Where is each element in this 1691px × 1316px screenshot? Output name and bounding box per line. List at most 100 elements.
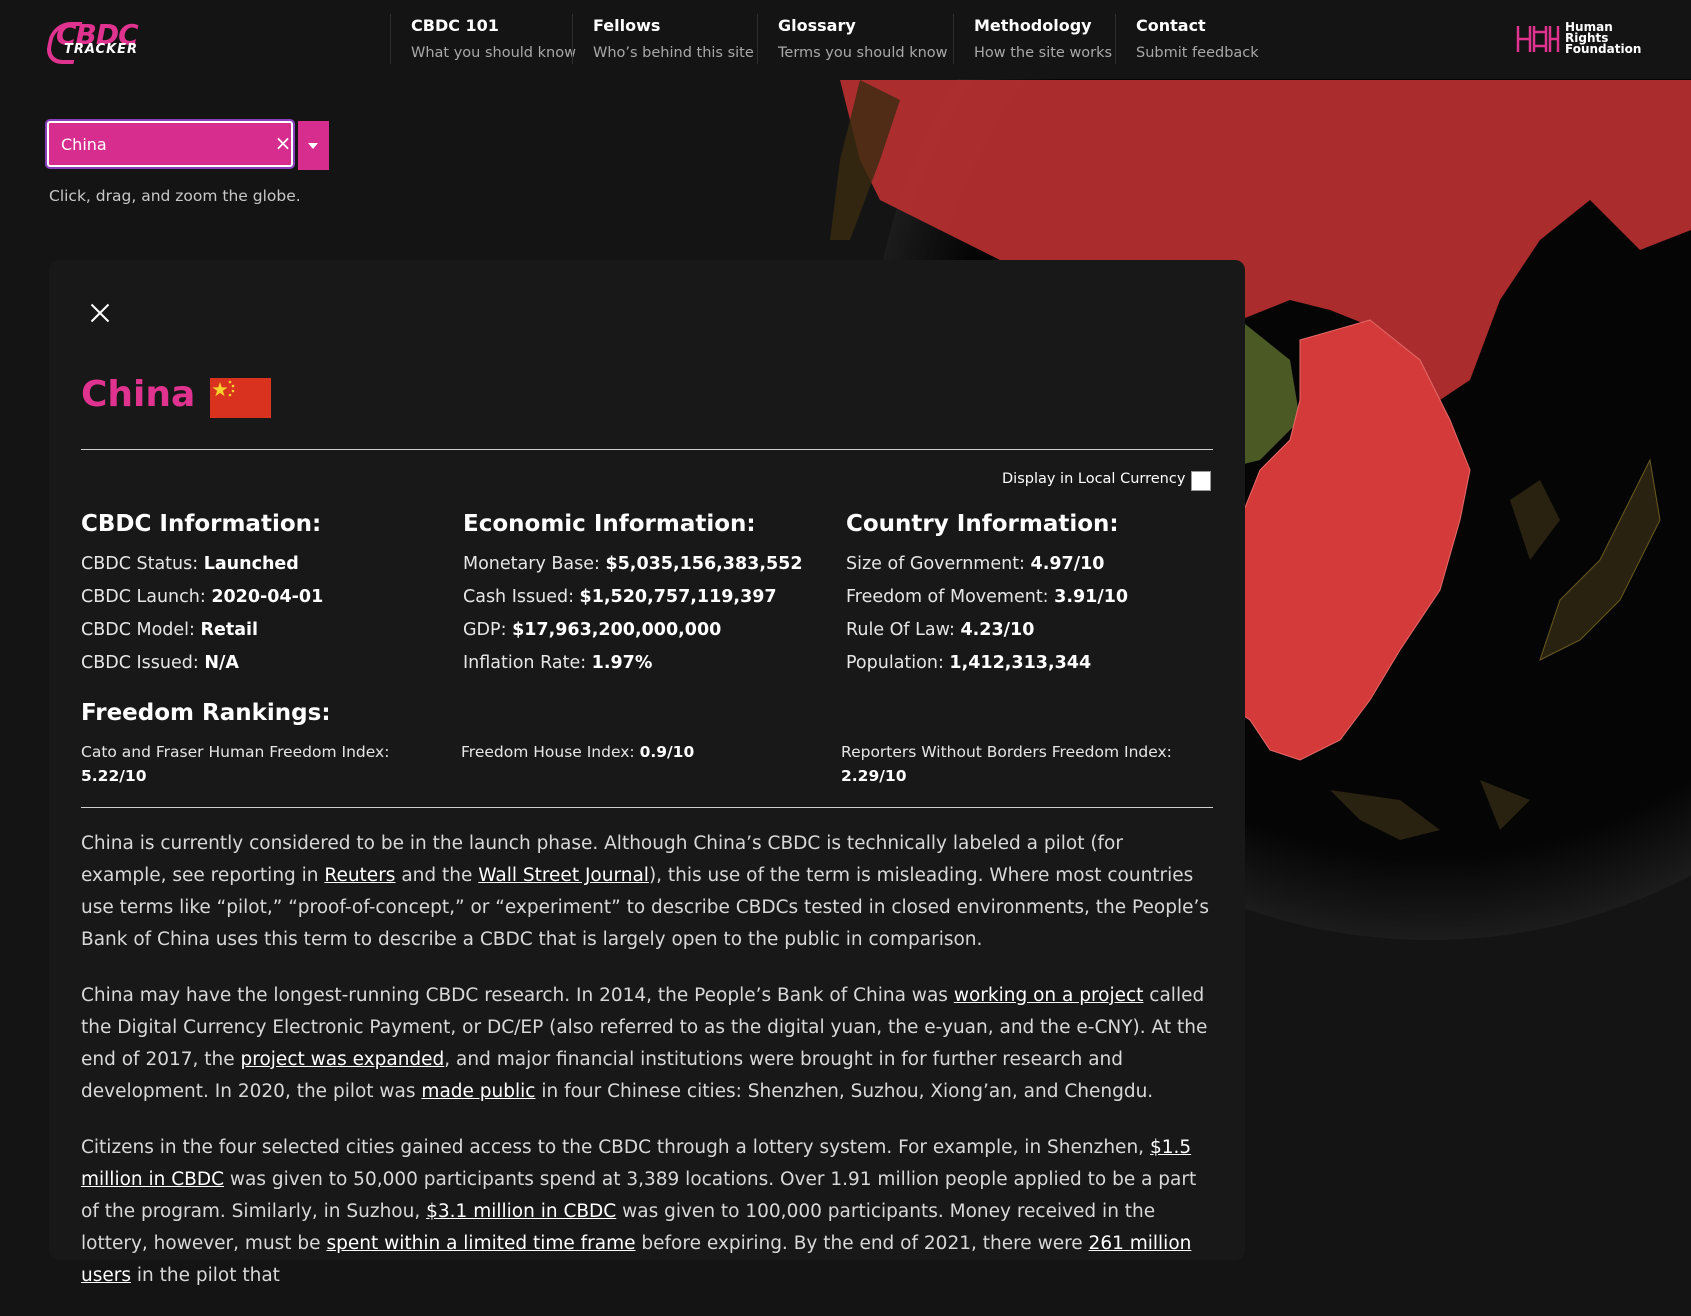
row-value: 1,412,313,344 — [949, 653, 1092, 673]
country-dropdown-button[interactable] — [298, 121, 329, 170]
info-row: CBDC Launch: 2020-04-01 — [81, 581, 441, 614]
nav-subtitle: Terms you should know — [778, 45, 948, 61]
local-currency-label: Display in Local Currency — [1002, 471, 1186, 487]
logo-line-2: TRACKER — [64, 42, 139, 57]
rankings-divider — [81, 807, 1213, 808]
info-row: GDP: $17,963,200,000,000 — [463, 614, 823, 647]
row-label: CBDC Launch: — [81, 587, 212, 607]
row-label: CBDC Status: — [81, 554, 204, 574]
row-value: 4.23/10 — [960, 620, 1035, 640]
nav-cbdc-101[interactable]: CBDC 101 What you should know — [390, 14, 576, 64]
info-row: CBDC Status: Launched — [81, 548, 441, 581]
info-row: Freedom of Movement: 3.91/10 — [846, 581, 1206, 614]
info-row: Rule Of Law: 4.23/10 — [846, 614, 1206, 647]
row-label: CBDC Model: — [81, 620, 201, 640]
country-search-input[interactable] — [47, 121, 293, 167]
row-label: Size of Government: — [846, 554, 1031, 574]
country-title: China — [81, 374, 196, 415]
nav-subtitle: Submit feedback — [1136, 45, 1259, 61]
section-heading: Economic Information: — [463, 511, 756, 537]
row-value: N/A — [204, 653, 239, 673]
index-value: 0.9/10 — [639, 743, 695, 761]
main-nav: CBDC 101 What you should know Fellows Wh… — [390, 14, 1276, 64]
local-currency-checkbox[interactable] — [1191, 471, 1211, 491]
paragraph-text: in the pilot that — [131, 1265, 280, 1286]
row-label: Rule Of Law: — [846, 620, 961, 640]
nav-title: CBDC 101 — [411, 16, 499, 35]
human-rights-foundation-logo[interactable]: Human Rights Foundation — [1516, 21, 1642, 58]
nav-methodology[interactable]: Methodology How the site works — [953, 14, 1115, 64]
section-heading: CBDC Information: — [81, 511, 322, 537]
index-value: 2.29/10 — [841, 767, 907, 785]
nav-fellows[interactable]: Fellows Who’s behind this site — [572, 14, 757, 64]
cbdc-tracker-logo[interactable]: CBDC TRACKER — [43, 18, 140, 64]
row-value: 4.97/10 — [1030, 554, 1105, 574]
row-label: GDP: — [463, 620, 513, 640]
nav-title: Fellows — [593, 16, 661, 35]
info-row: CBDC Model: Retail — [81, 614, 441, 647]
site-header: CBDC TRACKER CBDC 101 What you should kn… — [0, 0, 1691, 79]
row-value: $1,520,757,119,397 — [579, 587, 777, 607]
freedom-index-rsf: Reporters Without Borders Freedom Index:… — [841, 740, 1201, 788]
hrf-wordmark: Human Rights Foundation — [1565, 21, 1642, 56]
country-search: × — [47, 121, 329, 171]
row-label: CBDC Issued: — [81, 653, 205, 673]
close-panel-icon[interactable] — [87, 300, 113, 326]
nav-subtitle: Who’s behind this site — [593, 45, 754, 61]
freedom-index-house: Freedom House Index: 0.9/10 — [461, 740, 821, 764]
index-value: 5.22/10 — [81, 767, 147, 785]
freedom-index-cato: Cato and Fraser Human Freedom Index: 5.2… — [81, 740, 421, 788]
info-row: Inflation Rate: 1.97% — [463, 647, 823, 680]
title-divider — [81, 449, 1213, 450]
row-label: Freedom of Movement: — [846, 587, 1055, 607]
paragraph-text: Citizens in the four selected cities gai… — [81, 1137, 1150, 1158]
source-link[interactable]: working on a project — [954, 985, 1144, 1006]
description-paragraph: China is currently considered to be in t… — [81, 828, 1213, 956]
row-value: Launched — [203, 554, 299, 574]
info-row: Cash Issued: $1,520,757,119,397 — [463, 581, 823, 614]
section-heading: Country Information: — [846, 511, 1119, 537]
caret-down-icon — [308, 143, 318, 149]
description-paragraph: Citizens in the four selected cities gai… — [81, 1132, 1213, 1292]
row-label: Population: — [846, 653, 950, 673]
info-row: Population: 1,412,313,344 — [846, 647, 1206, 680]
source-link[interactable]: Wall Street Journal — [478, 865, 649, 886]
info-row: Size of Government: 4.97/10 — [846, 548, 1206, 581]
paragraph-text: and the — [395, 865, 479, 886]
hrf-word: Foundation — [1565, 42, 1642, 56]
nav-glossary[interactable]: Glossary Terms you should know — [757, 14, 953, 64]
row-value: Retail — [200, 620, 259, 640]
economic-info: Economic Information: Monetary Base: $5,… — [463, 510, 823, 680]
source-link[interactable]: Reuters — [324, 865, 395, 886]
source-link[interactable]: made public — [421, 1081, 535, 1102]
description-paragraph: China may have the longest-running CBDC … — [81, 980, 1213, 1108]
row-value: $5,035,156,383,552 — [605, 554, 803, 574]
row-value: $17,963,200,000,000 — [512, 620, 722, 640]
freedom-rankings-heading: Freedom Rankings: — [81, 700, 331, 726]
nav-title: Glossary — [778, 16, 856, 35]
globe-hint: Click, drag, and zoom the globe. — [49, 187, 301, 205]
paragraph-text: before expiring. By the end of 2021, the… — [635, 1233, 1089, 1254]
country-info: Country Information: Size of Government:… — [846, 510, 1206, 680]
nav-subtitle: What you should know — [411, 45, 576, 61]
index-label: Cato and Fraser Human Freedom Index: — [81, 743, 390, 761]
index-label: Freedom House Index: — [461, 743, 640, 761]
info-row: Monetary Base: $5,035,156,383,552 — [463, 548, 823, 581]
source-link[interactable]: project was expanded — [241, 1049, 445, 1070]
row-label: Cash Issued: — [463, 587, 580, 607]
row-value: 1.97% — [591, 653, 653, 673]
source-link[interactable]: spent within a limited time frame — [326, 1233, 635, 1254]
row-label: Monetary Base: — [463, 554, 606, 574]
row-value: 2020-04-01 — [211, 587, 324, 607]
source-link[interactable]: $3.1 million in CBDC — [426, 1201, 616, 1222]
cbdc-info: CBDC Information: CBDC Status: Launched … — [81, 510, 441, 680]
china-flag-icon — [210, 378, 271, 418]
nav-contact[interactable]: Contact Submit feedback — [1115, 14, 1276, 64]
row-label: Inflation Rate: — [463, 653, 592, 673]
info-row: CBDC Issued: N/A — [81, 647, 441, 680]
nav-subtitle: How the site works — [974, 45, 1113, 61]
clear-search-icon[interactable]: × — [273, 133, 293, 153]
nav-title: Contact — [1136, 16, 1206, 35]
row-value: 3.91/10 — [1054, 587, 1129, 607]
index-label: Reporters Without Borders Freedom Index: — [841, 743, 1172, 761]
